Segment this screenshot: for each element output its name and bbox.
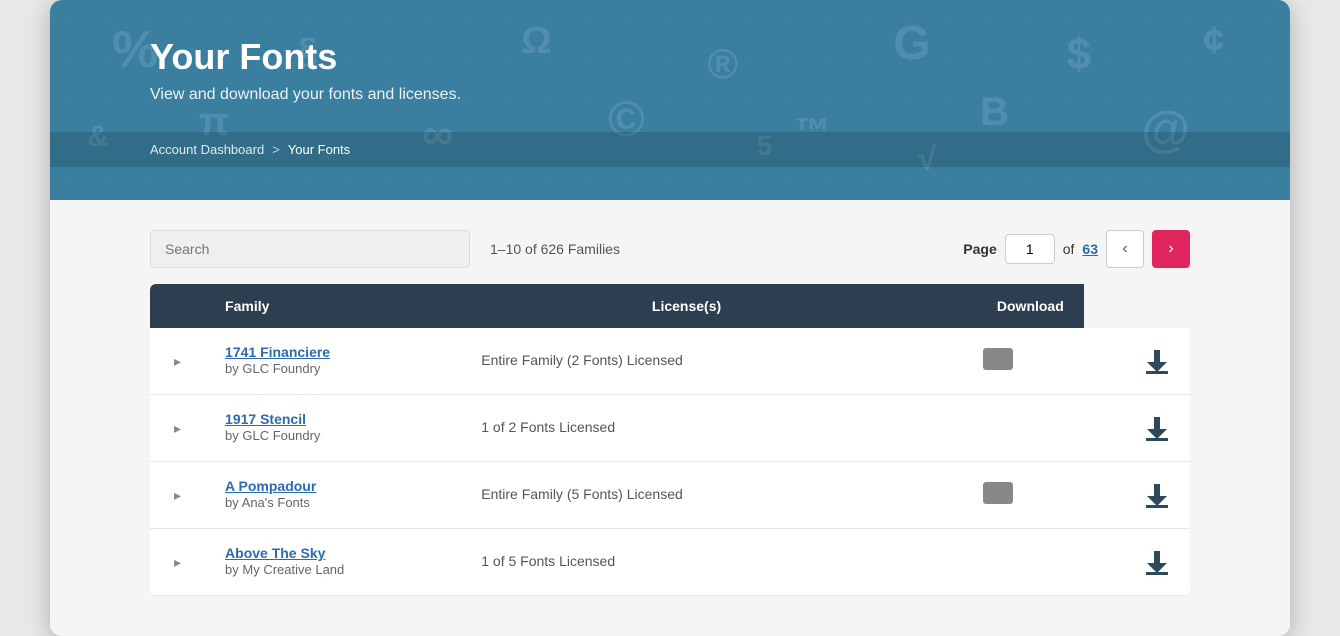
expand-button[interactable]: ▸ <box>170 483 185 508</box>
license-icon-cell <box>912 462 1084 529</box>
results-info: 1–10 of 626 Families <box>490 241 620 257</box>
font-name-link[interactable]: 1741 Financiere <box>225 344 441 360</box>
search-input[interactable] <box>150 230 470 268</box>
toolbar: 1–10 of 626 Families Page of 63 ‹ › <box>150 230 1190 268</box>
license-icon-cell <box>912 529 1084 596</box>
download-cell <box>1084 462 1190 529</box>
font-name-link[interactable]: 1917 Stencil <box>225 411 441 427</box>
font-foundry: by My Creative Land <box>225 562 344 577</box>
toolbar-left: 1–10 of 626 Families <box>150 230 620 268</box>
page-label: Page <box>963 241 996 257</box>
expand-button[interactable]: ▸ <box>170 349 185 374</box>
download-button[interactable] <box>1144 549 1170 575</box>
license-display-icon <box>983 348 1013 370</box>
font-name-link[interactable]: Above The Sky <box>225 545 441 561</box>
license-text-cell: Entire Family (2 Fonts) Licensed <box>461 328 912 395</box>
table-header: Family License(s) Download <box>150 284 1190 328</box>
page-total[interactable]: 63 <box>1082 241 1098 257</box>
license-text-cell: Entire Family (5 Fonts) Licensed <box>461 462 912 529</box>
prev-page-button[interactable]: ‹ <box>1106 230 1144 268</box>
page-title: Your Fonts <box>150 36 1190 78</box>
font-foundry: by GLC Foundry <box>225 361 320 376</box>
download-cell <box>1084 395 1190 462</box>
table-row: ▸ A Pompadour by Ana's Fonts Entire Fami… <box>150 462 1190 529</box>
family-cell: 1917 Stencil by GLC Foundry <box>205 395 461 462</box>
page-of-label: of <box>1063 241 1075 257</box>
download-button[interactable] <box>1144 482 1170 508</box>
license-display-icon <box>983 482 1013 504</box>
license-text-cell: 1 of 2 Fonts Licensed <box>461 395 912 462</box>
expand-cell: ▸ <box>150 529 205 596</box>
license-text-cell: 1 of 5 Fonts Licensed <box>461 529 912 596</box>
col-licenses: License(s) <box>461 284 912 328</box>
table-row: ▸ Above The Sky by My Creative Land 1 of… <box>150 529 1190 596</box>
license-text: 1 of 2 Fonts Licensed <box>481 419 615 435</box>
license-text: Entire Family (5 Fonts) Licensed <box>481 486 683 502</box>
main-content: 1–10 of 626 Families Page of 63 ‹ › Fami… <box>50 200 1290 636</box>
download-button[interactable] <box>1144 415 1170 441</box>
next-page-button[interactable]: › <box>1152 230 1190 268</box>
pagination: Page of 63 ‹ › <box>963 230 1190 268</box>
table-row: ▸ 1917 Stencil by GLC Foundry 1 of 2 Fon… <box>150 395 1190 462</box>
main-window: % π § ∞ Ω © ® ™ G B $ @ ¢ & 5 √ Your Fon… <box>50 0 1290 636</box>
license-text: Entire Family (2 Fonts) Licensed <box>481 352 683 368</box>
download-cell <box>1084 328 1190 395</box>
fonts-table: Family License(s) Download ▸ 1741 Financ… <box>150 284 1190 596</box>
license-icon-cell <box>912 395 1084 462</box>
col-download: Download <box>912 284 1084 328</box>
download-icon <box>1144 482 1170 508</box>
breadcrumb-current: Your Fonts <box>288 142 350 157</box>
font-foundry: by Ana's Fonts <box>225 495 310 510</box>
expand-cell: ▸ <box>150 328 205 395</box>
table-row: ▸ 1741 Financiere by GLC Foundry Entire … <box>150 328 1190 395</box>
expand-cell: ▸ <box>150 395 205 462</box>
font-foundry: by GLC Foundry <box>225 428 320 443</box>
expand-button[interactable]: ▸ <box>170 416 185 441</box>
expand-cell: ▸ <box>150 462 205 529</box>
download-button[interactable] <box>1144 348 1170 374</box>
license-icon-cell <box>912 328 1084 395</box>
col-family: Family <box>205 284 461 328</box>
expand-button[interactable]: ▸ <box>170 550 185 575</box>
download-icon <box>1144 348 1170 374</box>
page-subtitle: View and download your fonts and license… <box>150 86 1190 104</box>
family-cell: Above The Sky by My Creative Land <box>205 529 461 596</box>
page-number-input[interactable] <box>1005 234 1055 264</box>
breadcrumb: Account Dashboard > Your Fonts <box>50 132 1290 167</box>
table-body: ▸ 1741 Financiere by GLC Foundry Entire … <box>150 328 1190 596</box>
font-name-link[interactable]: A Pompadour <box>225 478 441 494</box>
breadcrumb-separator: > <box>272 142 280 157</box>
download-icon <box>1144 415 1170 441</box>
header-banner: % π § ∞ Ω © ® ™ G B $ @ ¢ & 5 √ Your Fon… <box>50 0 1290 200</box>
family-cell: 1741 Financiere by GLC Foundry <box>205 328 461 395</box>
family-cell: A Pompadour by Ana's Fonts <box>205 462 461 529</box>
download-cell <box>1084 529 1190 596</box>
download-icon <box>1144 549 1170 575</box>
license-text: 1 of 5 Fonts Licensed <box>481 553 615 569</box>
breadcrumb-home[interactable]: Account Dashboard <box>150 142 264 157</box>
